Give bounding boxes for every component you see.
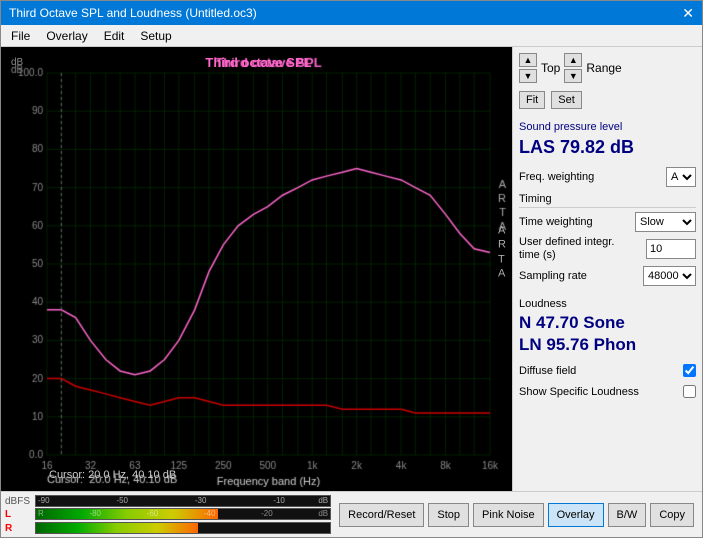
range-nav-group: ▲ ▼ — [564, 53, 582, 83]
sampling-rate-select[interactable]: 44100 48000 96000 — [643, 266, 696, 286]
db-axis-label: dB — [11, 57, 23, 68]
chart-area: Third octave SPL dB ARTA Cursor: 20.0 Hz… — [1, 47, 512, 491]
fit-button[interactable]: Fit — [519, 91, 545, 109]
time-weighting-label: Time weighting — [519, 216, 593, 228]
buttons-area: Record/Reset Stop Pink Noise Overlay B/W… — [335, 499, 702, 531]
show-specific-label: Show Specific Loudness — [519, 386, 639, 398]
menu-file[interactable]: File — [5, 27, 36, 45]
main-window: Third Octave SPL and Loudness (Untitled.… — [0, 0, 703, 538]
top-up-button[interactable]: ▲ — [519, 53, 537, 67]
menu-overlay[interactable]: Overlay — [40, 27, 93, 45]
timing-header: Timing — [519, 193, 696, 208]
level-meter-area: dBFS -90 -50 -30 -10 dB L — [1, 493, 335, 536]
meter-l-label: L — [5, 509, 33, 520]
timing-section: Timing Time weighting Slow Fast Impulse … — [519, 193, 696, 290]
diffuse-field-label: Diffuse field — [519, 365, 576, 377]
overlay-button[interactable]: Overlay — [548, 503, 604, 527]
time-weighting-row: Time weighting Slow Fast Impulse User — [519, 212, 696, 232]
record-reset-button[interactable]: Record/Reset — [339, 503, 424, 527]
bottom-area: dBFS -90 -50 -30 -10 dB L — [1, 491, 702, 537]
freq-weighting-row: Freq. weighting A B C Z — [519, 167, 696, 187]
top-label: Top — [541, 61, 560, 75]
user-integr-input[interactable] — [646, 239, 696, 259]
copy-button[interactable]: Copy — [650, 503, 694, 527]
pink-noise-button[interactable]: Pink Noise — [473, 503, 544, 527]
range-label: Range — [586, 61, 621, 75]
close-button[interactable]: ✕ — [682, 5, 694, 22]
freq-weighting-label: Freq. weighting — [519, 171, 594, 183]
range-down-button[interactable]: ▼ — [564, 69, 582, 83]
loudness-section: Loudness N 47.70 Sone LN 95.76 Phon — [519, 298, 696, 356]
chart-container: Third octave SPL dB ARTA Cursor: 20.0 Hz… — [9, 51, 508, 487]
menu-edit[interactable]: Edit — [98, 27, 131, 45]
range-up-button[interactable]: ▲ — [564, 53, 582, 67]
spectrum-chart — [9, 51, 508, 487]
spl-section-label: Sound pressure level — [519, 121, 696, 133]
sampling-rate-row: Sampling rate 44100 48000 96000 — [519, 266, 696, 286]
spl-value: LAS 79.82 dB — [519, 137, 696, 159]
top-nav-group: ▲ ▼ — [519, 53, 537, 83]
top-range-controls: ▲ ▼ Top ▲ ▼ Range — [519, 53, 696, 83]
time-weighting-select[interactable]: Slow Fast Impulse User — [635, 212, 696, 232]
user-integr-label: User defined integr. time (s) — [519, 236, 619, 262]
user-integr-row: User defined integr. time (s) — [519, 236, 696, 262]
right-panel: ▲ ▼ Top ▲ ▼ Range Fit Set Sound pressure… — [512, 47, 702, 491]
dbfs-label: dBFS — [5, 496, 33, 507]
diffuse-field-row: Diffuse field — [519, 364, 696, 377]
menu-bar: File Overlay Edit Setup — [1, 25, 702, 47]
loudness-header: Loudness — [519, 298, 696, 310]
top-down-button[interactable]: ▼ — [519, 69, 537, 83]
bw-button[interactable]: B/W — [608, 503, 647, 527]
cursor-info: Cursor: 20.0 Hz, 40.10 dB — [49, 469, 176, 481]
freq-weighting-select[interactable]: A B C Z — [666, 167, 696, 187]
sampling-rate-label: Sampling rate — [519, 270, 587, 282]
stop-button[interactable]: Stop — [428, 503, 469, 527]
meter-r-label: R — [5, 523, 33, 534]
loudness-value-1: N 47.70 Sone — [519, 312, 696, 334]
loudness-value-2: LN 95.76 Phon — [519, 334, 696, 356]
title-bar: Third Octave SPL and Loudness (Untitled.… — [1, 1, 702, 25]
menu-setup[interactable]: Setup — [134, 27, 177, 45]
set-button[interactable]: Set — [551, 91, 582, 109]
diffuse-field-checkbox[interactable] — [683, 364, 696, 377]
show-specific-row: Show Specific Loudness — [519, 385, 696, 398]
main-content: Third octave SPL dB ARTA Cursor: 20.0 Hz… — [1, 47, 702, 491]
show-specific-checkbox[interactable] — [683, 385, 696, 398]
window-title: Third Octave SPL and Loudness (Untitled.… — [9, 6, 257, 20]
